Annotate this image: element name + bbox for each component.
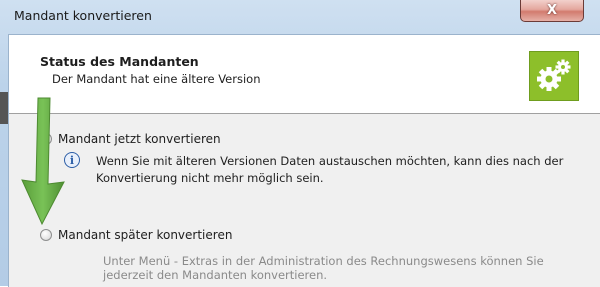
header-panel: Status des Mandanten Der Mandant hat ein…	[9, 35, 600, 114]
header-title: Status des Mandanten	[40, 54, 199, 69]
convert-now-info-text: Wenn Sie mit älteren Versionen Daten aus…	[96, 154, 564, 185]
window-title: Mandant konvertieren	[14, 8, 152, 23]
convert-later-description: Unter Menü - Extras in der Administratio…	[103, 254, 544, 282]
close-icon: X	[546, 3, 558, 18]
green-arrow-down-icon	[21, 97, 65, 226]
gears-icon	[529, 51, 579, 101]
window-edge-decoration	[0, 92, 8, 124]
header-subtitle: Der Mandant hat eine ältere Version	[52, 72, 261, 86]
title-bar[interactable]: Mandant konvertieren X	[0, 0, 600, 32]
radio-convert-later-label[interactable]: Mandant später konvertieren	[58, 228, 232, 242]
radio-convert-now-label[interactable]: Mandant jetzt konvertieren	[58, 132, 221, 146]
close-button[interactable]: X	[520, 0, 584, 22]
radio-convert-later[interactable]	[40, 229, 52, 241]
